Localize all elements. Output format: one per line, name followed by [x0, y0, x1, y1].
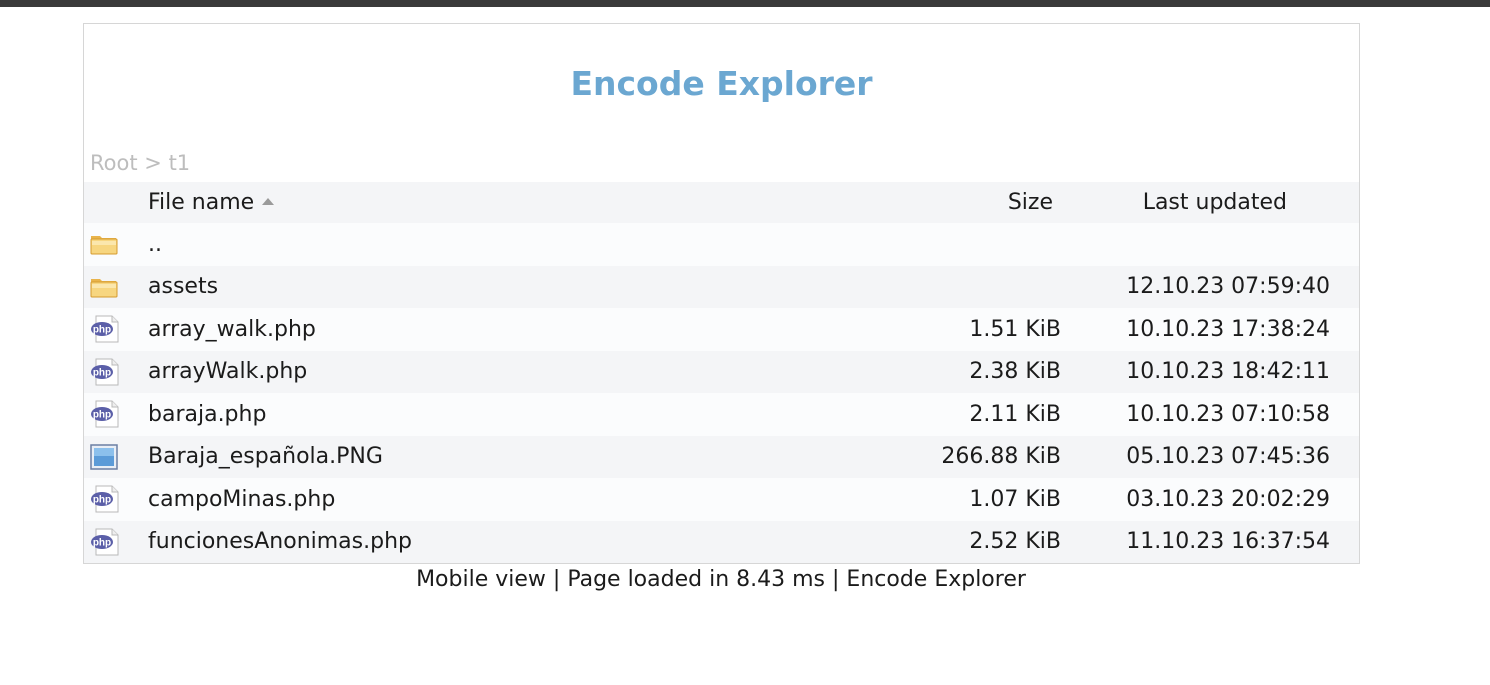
file-size: 1.07 KiB: [969, 486, 1061, 512]
file-name-cell: campoMinas.php: [148, 478, 335, 521]
table-row[interactable]: assets 12.10.23 07:59:40: [84, 265, 1359, 309]
file-name-link[interactable]: array_walk.php: [148, 317, 316, 342]
file-updated: 03.10.23 20:02:29: [1126, 486, 1330, 512]
file-list: .. assets 12.10.23 07:59:40 php array_walk.p…: [84, 223, 1359, 563]
breadcrumb-root-link[interactable]: Root: [90, 151, 138, 175]
footer: Mobile view | Page loaded in 8.43 ms | E…: [0, 566, 1442, 594]
breadcrumb-current[interactable]: t1: [169, 151, 191, 175]
file-table: File name Size Last updated .. assets 12.1…: [84, 182, 1359, 563]
table-row[interactable]: php baraja.php 2.11 KiB 10.10.23 07:10:58: [84, 393, 1359, 436]
column-header-name-label[interactable]: File name: [148, 190, 254, 215]
svg-text:php: php: [93, 325, 111, 336]
svg-text:php: php: [93, 495, 111, 506]
explorer-panel: Encode Explorer Root > t1 File name Size…: [83, 23, 1360, 564]
footer-separator: |: [832, 567, 840, 592]
file-name-link[interactable]: campoMinas.php: [148, 487, 335, 512]
php-file-icon[interactable]: php: [90, 351, 122, 394]
file-updated: 11.10.23 16:37:54: [1126, 529, 1330, 555]
file-name-link[interactable]: arrayWalk.php: [148, 359, 307, 384]
table-row[interactable]: ..: [84, 223, 1359, 266]
breadcrumb: Root > t1: [90, 150, 190, 176]
page-title: Encode Explorer: [570, 64, 873, 103]
table-header-row: File name Size Last updated: [84, 182, 1359, 223]
php-file-icon[interactable]: php: [90, 521, 122, 564]
php-file-icon[interactable]: php: [90, 393, 122, 436]
table-row[interactable]: php arrayWalk.php 2.38 KiB 10.10.23 18:42:1…: [84, 350, 1359, 394]
breadcrumb-separator: >: [144, 151, 162, 175]
page-load-time: Page loaded in 8.43 ms: [567, 567, 825, 592]
file-size: 266.88 KiB: [941, 444, 1061, 470]
file-size: 2.38 KiB: [969, 359, 1061, 385]
table-row[interactable]: php campoMinas.php 1.07 KiB 03.10.23 20:02:…: [84, 478, 1359, 521]
footer-separator: |: [552, 567, 561, 592]
browser-top-bar: [0, 0, 1490, 7]
column-header-updated[interactable]: Last updated: [1143, 182, 1287, 223]
file-name-cell: assets: [148, 266, 218, 309]
file-updated: 10.10.23 17:38:24: [1126, 316, 1330, 342]
file-updated: 12.10.23 07:59:40: [1126, 274, 1330, 300]
file-name-link[interactable]: funcionesAnonimas.php: [148, 529, 412, 554]
file-updated: 05.10.23 07:45:36: [1126, 444, 1330, 470]
file-size: 2.52 KiB: [969, 529, 1061, 555]
php-file-icon[interactable]: php: [90, 478, 122, 521]
file-name-cell: ..: [148, 223, 162, 266]
php-file-icon[interactable]: php: [90, 308, 122, 351]
file-name-cell: arrayWalk.php: [148, 351, 307, 394]
column-header-name[interactable]: File name: [148, 182, 275, 223]
file-name-link[interactable]: Baraja_española.PNG: [148, 444, 383, 469]
mobile-view-link[interactable]: Mobile view: [416, 567, 546, 592]
file-name-cell: array_walk.php: [148, 308, 316, 351]
image-file-icon[interactable]: [90, 436, 122, 479]
svg-text:php: php: [93, 410, 111, 421]
folder-icon[interactable]: [90, 223, 122, 266]
file-updated: 10.10.23 07:10:58: [1126, 401, 1330, 427]
file-name-cell: funcionesAnonimas.php: [148, 521, 412, 564]
table-row[interactable]: Baraja_española.PNG 266.88 KiB 05.10.23 07…: [84, 435, 1359, 479]
file-name-cell: baraja.php: [148, 393, 266, 436]
table-row[interactable]: php array_walk.php 1.51 KiB 10.10.23 17:38:…: [84, 308, 1359, 351]
file-size: 1.51 KiB: [969, 316, 1061, 342]
file-name-cell: Baraja_española.PNG: [148, 436, 383, 479]
file-name-link[interactable]: ..: [148, 232, 162, 257]
encode-explorer-link[interactable]: Encode Explorer: [846, 567, 1026, 592]
svg-text:php: php: [93, 537, 111, 548]
file-size: 2.11 KiB: [969, 401, 1061, 427]
file-name-link[interactable]: assets: [148, 274, 218, 299]
sort-ascending-icon[interactable]: [262, 198, 275, 205]
file-updated: 10.10.23 18:42:11: [1126, 359, 1330, 385]
file-name-link[interactable]: baraja.php: [148, 402, 266, 427]
table-row[interactable]: php funcionesAnonimas.php 2.52 KiB 11.10.23…: [84, 520, 1359, 564]
svg-text:php: php: [93, 367, 111, 378]
column-header-size[interactable]: Size: [1008, 182, 1053, 223]
folder-icon[interactable]: [90, 266, 122, 309]
